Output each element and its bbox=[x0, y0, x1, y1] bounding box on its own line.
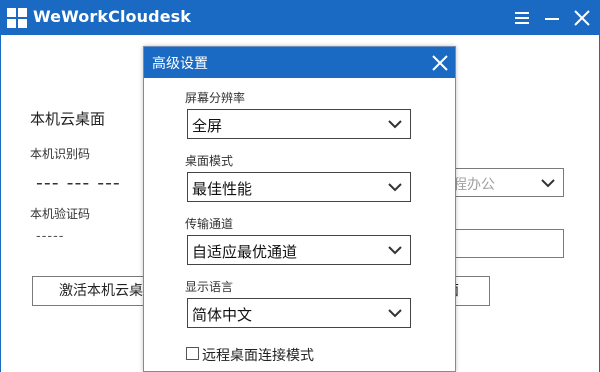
display-language-select[interactable]: 简体中文 bbox=[187, 298, 411, 328]
windows-logo-icon bbox=[7, 8, 27, 28]
title-bar: WeWorkCloudesk bbox=[0, 0, 600, 35]
verification-code-label: 本机验证码 bbox=[30, 207, 91, 221]
dialog-close-icon[interactable] bbox=[430, 53, 450, 73]
chevron-down-icon bbox=[388, 183, 402, 192]
minimize-icon[interactable] bbox=[540, 6, 564, 30]
section-title: 本机云桌面 bbox=[30, 110, 106, 128]
resolution-select[interactable]: 全屏 bbox=[187, 109, 411, 139]
work-mode-select-value: 程办公 bbox=[453, 177, 495, 193]
resolution-select-value: 全屏 bbox=[192, 117, 223, 135]
desktop-mode-select[interactable]: 最佳性能 bbox=[187, 172, 411, 202]
chevron-down-icon bbox=[541, 179, 555, 188]
hamburger-menu-icon[interactable] bbox=[510, 6, 534, 30]
display-language-label: 显示语言 bbox=[185, 280, 234, 294]
transport-channel-select[interactable]: 自适应最优通道 bbox=[187, 235, 411, 265]
verification-code-value: ----- bbox=[36, 229, 65, 244]
app-title: WeWorkCloudesk bbox=[33, 7, 192, 26]
display-language-select-value: 简体中文 bbox=[192, 306, 253, 324]
dialog-header: 高级设置 bbox=[144, 47, 455, 78]
chevron-down-icon bbox=[388, 246, 402, 255]
dialog-title: 高级设置 bbox=[152, 56, 208, 72]
chevron-down-icon bbox=[388, 120, 402, 129]
resolution-label: 屏幕分辨率 bbox=[185, 91, 246, 105]
remote-desktop-mode-checkbox[interactable] bbox=[186, 347, 199, 360]
transport-channel-label: 传输通道 bbox=[185, 217, 234, 231]
desktop-mode-select-value: 最佳性能 bbox=[192, 180, 253, 198]
machine-id-label: 本机识别码 bbox=[30, 147, 91, 161]
machine-id-value: --- --- --- bbox=[36, 172, 121, 194]
remote-desktop-mode-label: 远程桌面连接模式 bbox=[202, 348, 314, 364]
close-icon[interactable] bbox=[570, 6, 594, 30]
desktop-mode-label: 桌面模式 bbox=[185, 154, 234, 168]
advanced-settings-dialog: 高级设置 屏幕分辨率 全屏 桌面模式 最佳性能 传输通道 自适应最优通道 显示语… bbox=[143, 46, 456, 372]
chevron-down-icon bbox=[388, 309, 402, 318]
transport-channel-select-value: 自适应最优通道 bbox=[192, 243, 298, 261]
